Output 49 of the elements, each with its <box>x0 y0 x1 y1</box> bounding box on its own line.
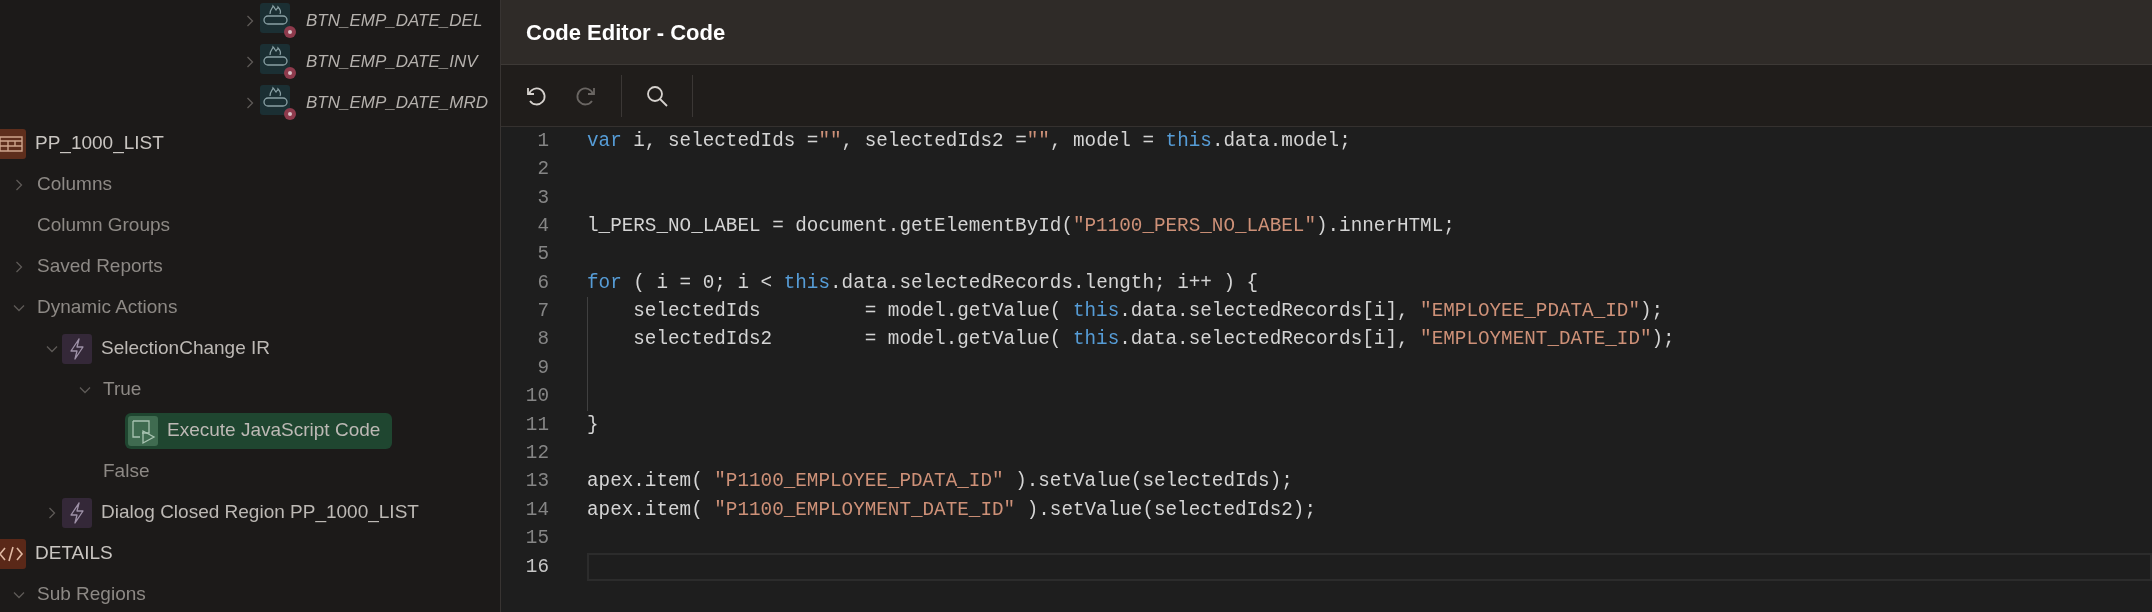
line-number: 5 <box>536 242 549 268</box>
button-flame-icon <box>260 43 297 80</box>
tree-node[interactable]: PP_1000_LIST <box>0 125 176 162</box>
tree-node[interactable]: BTN_EMP_DATE_MRD <box>260 84 500 121</box>
lightning-icon <box>62 333 92 364</box>
tree-node[interactable]: DETAILS <box>0 535 125 572</box>
button-flame-icon <box>260 84 297 121</box>
tree-node[interactable]: False <box>95 453 162 490</box>
line-number: 12 <box>524 441 549 467</box>
code-line: apex.item( "P1100_EMPLOYMENT_DATE_ID" ).setValue(selectedIds2); <box>587 497 1316 523</box>
code-area[interactable] <box>501 127 2152 612</box>
tree-node[interactable]: Dialog Closed Region PP_1000_LIST <box>62 494 431 531</box>
button-flame-icon <box>260 2 297 39</box>
line-number: 3 <box>536 185 549 211</box>
line-number: 11 <box>524 412 549 438</box>
tree-node[interactable]: SelectionChange IR <box>62 330 282 367</box>
line-number: 7 <box>536 299 549 325</box>
line-number: 2 <box>536 157 549 183</box>
tree-node[interactable]: True <box>95 371 154 408</box>
tree-node[interactable]: Columns <box>29 166 124 203</box>
line-number: 8 <box>536 327 549 353</box>
line-number: 15 <box>524 526 549 552</box>
line-number: 10 <box>524 384 549 410</box>
code-line: selectedIds = model.getValue( this.data.selectedRecords[i], "EMPLOYEE_PDATA_ID"); <box>632 299 1664 325</box>
dialog-title: Code Editor - Code <box>526 18 726 47</box>
code-line: for ( i = 0; i < this.data.selectedRecords.length; i++ ) { <box>587 270 1259 296</box>
code-icon <box>0 538 26 569</box>
line-number: 6 <box>536 270 549 296</box>
line-number: 9 <box>536 355 549 381</box>
lightning-icon <box>62 497 92 528</box>
line-number: 1 <box>536 128 549 154</box>
tree-node[interactable]: Execute JavaScript Code <box>125 412 393 449</box>
script-play-icon <box>128 415 158 446</box>
code-line: l_PERS_NO_LABEL = document.getElementById("P1100_PERS_NO_LABEL").innerHTML; <box>587 213 1455 239</box>
code-line: selectedIds2 = model.getValue( this.data.selectedRecords[i], "EMPLOYMENT_DATE_ID"); <box>632 327 1675 353</box>
tree-node[interactable]: Saved Reports <box>29 248 175 285</box>
line-number: 16 <box>524 554 549 580</box>
code-line: } <box>587 412 599 438</box>
tree-node[interactable]: Column Groups <box>29 207 183 244</box>
line-number: 13 <box>524 469 549 495</box>
code-line: var i, selectedIds ="", selectedIds2 ="", model = this.data.model; <box>587 128 1351 154</box>
tree-node[interactable]: Dynamic Actions <box>29 289 190 326</box>
tree-node[interactable]: Sub Regions <box>29 576 158 612</box>
tree-node[interactable]: BTN_EMP_DATE_DEL <box>260 2 495 39</box>
line-number: 14 <box>524 497 549 523</box>
table-icon <box>0 128 26 159</box>
line-number: 4 <box>536 213 549 239</box>
tree-node[interactable]: BTN_EMP_DATE_INV <box>260 43 490 80</box>
code-line: apex.item( "P1100_EMPLOYEE_PDATA_ID" ).setValue(selectedIds); <box>587 469 1293 495</box>
